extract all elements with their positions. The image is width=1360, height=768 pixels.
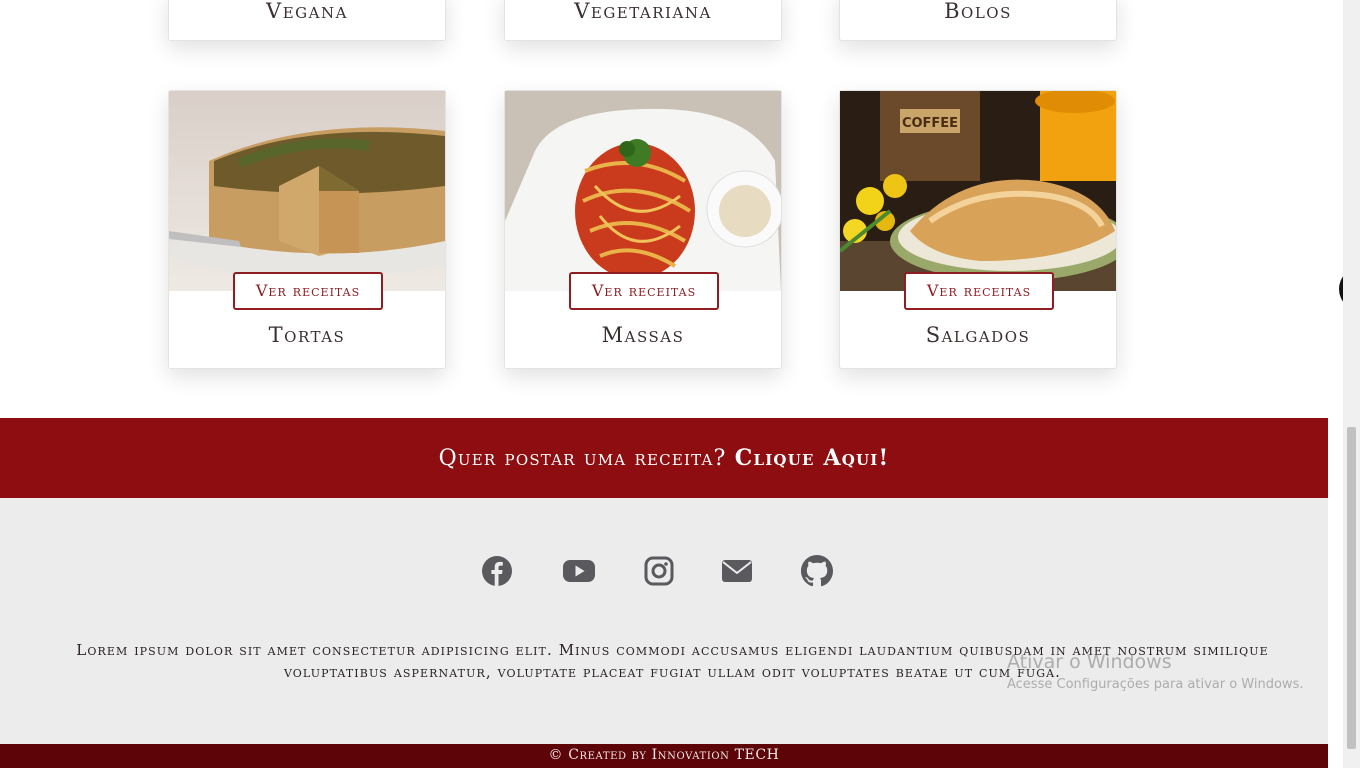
facebook-icon[interactable] <box>481 555 513 587</box>
ver-receitas-button[interactable]: Ver receitas <box>904 272 1054 310</box>
windows-watermark-subtitle: Acesse Configurações para ativar o Windo… <box>1007 677 1304 692</box>
category-title: Vegetariana <box>574 0 712 23</box>
category-card-bolos[interactable]: Bolos <box>839 0 1117 41</box>
category-title: Tortas <box>268 323 346 347</box>
category-title: Salgados <box>925 323 1031 347</box>
category-card-salgados: COFFEE Ver receitas Salgados <box>839 90 1117 369</box>
github-icon[interactable] <box>801 555 833 587</box>
category-card-vegana[interactable]: Vegana <box>168 0 446 41</box>
svg-text:COFFEE: COFFEE <box>902 116 958 131</box>
ver-receitas-button[interactable]: Ver receitas <box>569 272 719 310</box>
category-title: Bolos <box>944 0 1012 23</box>
category-card-tortas: Ver receitas Tortas <box>168 90 446 369</box>
clique-aqui-link[interactable]: Clique Aqui! <box>735 445 890 471</box>
social-links <box>0 555 1328 587</box>
copyright-bar: © Created by Innovation TECH <box>0 744 1328 768</box>
instagram-icon[interactable] <box>643 555 675 587</box>
category-card-massas: Ver receitas Massas <box>504 90 782 369</box>
youtube-icon[interactable] <box>562 555 595 587</box>
windows-watermark-title: Ativar o Windows <box>1007 651 1172 673</box>
pastry-coffee-photo: COFFEE <box>840 91 1116 291</box>
quiche-photo <box>169 91 445 291</box>
post-recipe-banner: Quer postar uma receita? Clique Aqui! <box>0 418 1328 498</box>
footer: Lorem ipsum dolor sit amet consectetur a… <box>0 498 1328 744</box>
email-icon[interactable] <box>721 555 753 587</box>
banner-text: Quer postar uma receita? <box>438 446 727 471</box>
category-title: Massas <box>601 323 685 347</box>
scrollbar-thumb[interactable] <box>1347 427 1356 749</box>
category-title: Vegana <box>266 0 348 23</box>
spaghetti-photo <box>505 91 781 291</box>
ver-receitas-button[interactable]: Ver receitas <box>233 272 383 310</box>
scrollbar[interactable] <box>1343 0 1360 768</box>
category-card-vegetariana[interactable]: Vegetariana <box>504 0 782 41</box>
